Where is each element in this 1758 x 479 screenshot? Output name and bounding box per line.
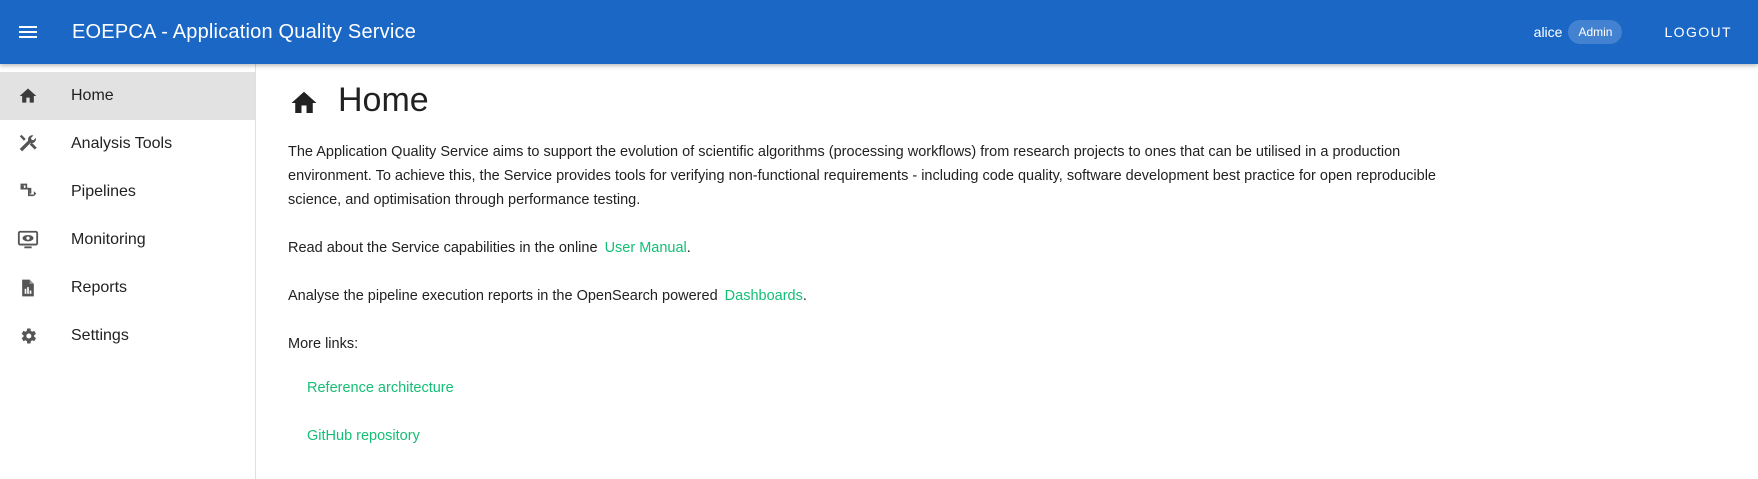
report-file-icon <box>16 276 40 300</box>
home-icon <box>16 84 40 108</box>
intro-paragraph: The Application Quality Service aims to … <box>288 144 1436 208</box>
monitor-eye-icon <box>16 228 40 252</box>
sidebar-item-label: Analysis Tools <box>71 135 173 152</box>
gear-icon <box>16 324 40 348</box>
app-bar: EOEPCA - Application Quality Service ali… <box>0 0 1758 64</box>
sidebar-item-pipelines[interactable]: Pipelines <box>0 168 255 216</box>
more-links-list: Reference architecture GitHub repository <box>307 376 1468 448</box>
home-icon <box>288 87 320 119</box>
menu-icon <box>19 26 37 38</box>
reference-architecture-link[interactable]: Reference architecture <box>307 376 454 400</box>
sidebar-item-label: Pipelines <box>71 183 136 200</box>
sidebar-item-home[interactable]: Home <box>0 72 255 120</box>
pipeline-icon <box>16 180 40 204</box>
more-links-label: More links: <box>288 336 359 352</box>
page-header: Home <box>288 78 1468 122</box>
sidebar-item-label: Reports <box>71 279 128 296</box>
user-manual-line: Read about the Service capabilities in t… <box>288 236 1468 260</box>
user-area: alice Admin LOGOUT <box>1534 0 1758 64</box>
app-title: EOEPCA - Application Quality Service <box>72 20 417 43</box>
sidebar: Home Analysis Tools Pipelines Monitoring… <box>0 64 256 479</box>
dashboards-suffix: . <box>802 288 807 304</box>
sidebar-item-label: Settings <box>71 327 129 344</box>
user-manual-text: Read about the Service capabilities in t… <box>288 240 598 256</box>
username: alice <box>1533 24 1563 40</box>
dashboards-line: Analyse the pipeline execution reports i… <box>288 284 1468 308</box>
role-badge: Admin <box>1568 20 1623 44</box>
logout-button[interactable]: LOGOUT <box>1648 14 1748 50</box>
user-manual-link[interactable]: User Manual <box>605 240 687 256</box>
user-manual-suffix: . <box>686 240 691 256</box>
sidebar-item-reports[interactable]: Reports <box>0 264 255 312</box>
sidebar-item-analysis-tools[interactable]: Analysis Tools <box>0 120 255 168</box>
sidebar-item-monitoring[interactable]: Monitoring <box>0 216 255 264</box>
github-repository-link[interactable]: GitHub repository <box>307 424 420 448</box>
sidebar-item-label: Home <box>71 87 114 104</box>
menu-button[interactable] <box>0 0 56 64</box>
dashboards-link[interactable]: Dashboards <box>725 288 803 304</box>
sidebar-item-settings[interactable]: Settings <box>0 312 255 360</box>
dashboards-text: Analyse the pipeline execution reports i… <box>288 288 718 304</box>
sidebar-item-label: Monitoring <box>71 231 146 248</box>
main-content: Home The Application Quality Service aim… <box>288 64 1468 472</box>
page-title: Home <box>338 80 429 119</box>
tools-icon <box>16 132 40 156</box>
